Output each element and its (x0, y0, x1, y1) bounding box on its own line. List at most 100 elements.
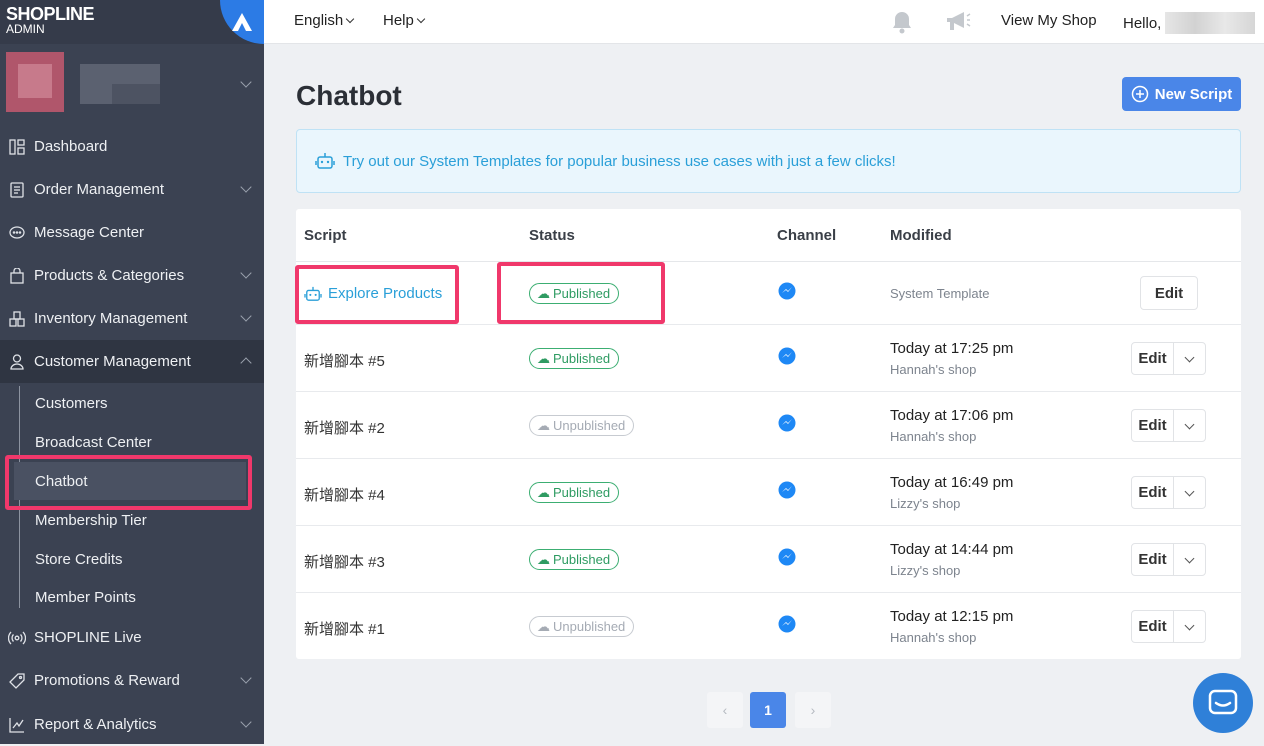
greeting-label: Hello, (1123, 14, 1162, 32)
edit-dropdown-toggle[interactable] (1174, 477, 1205, 508)
edit-button[interactable]: Edit (1140, 276, 1198, 310)
subnav-member-points[interactable]: Member Points (0, 578, 264, 616)
edit-split-button[interactable]: Edit (1131, 342, 1206, 375)
dashboard-icon (0, 138, 34, 155)
megaphone-icon[interactable] (945, 10, 971, 32)
user-greeting[interactable]: Hello, (1123, 12, 1256, 34)
tag-icon (0, 672, 34, 689)
page-title: Chatbot (296, 80, 402, 111)
logo[interactable]: SHOPLINE ADMIN (0, 0, 264, 44)
edit-button[interactable]: Edit (1132, 611, 1174, 642)
status-label: Published (553, 485, 611, 500)
nav-label: SHOPLINE Live (34, 629, 142, 646)
status-highlight-box (497, 262, 665, 324)
bag-icon (0, 267, 34, 284)
chevron-down-icon (240, 267, 252, 279)
nav-dashboard[interactable]: Dashboard (0, 125, 264, 168)
chatbot-highlight-box (5, 455, 252, 510)
robot-icon (315, 153, 335, 169)
chevron-down-icon (1184, 553, 1195, 563)
subnav-customers[interactable]: Customers (0, 384, 264, 422)
status-label: Unpublished (553, 619, 626, 634)
edit-split-button[interactable]: Edit (1131, 476, 1206, 509)
status-label: Published (553, 552, 611, 567)
nav-label: Customer Management (34, 353, 191, 370)
order-icon (0, 181, 34, 198)
modified-shop: Lizzy's shop (890, 496, 961, 511)
messenger-icon (778, 282, 796, 300)
script-name[interactable]: 新增腳本 #3 (304, 551, 385, 572)
top-bar: English Help View My Shop Hello, (264, 0, 1264, 44)
nav-label: Inventory Management (34, 310, 188, 327)
edit-button[interactable]: Edit (1132, 343, 1174, 374)
script-name[interactable]: 新增腳本 #4 (304, 484, 385, 505)
messenger-icon (778, 615, 796, 633)
script-name[interactable]: 新增腳本 #2 (304, 417, 385, 438)
nav-order-management[interactable]: Order Management (0, 168, 264, 211)
nav-shopline-live[interactable]: SHOPLINE Live (0, 616, 264, 659)
table-row: 新增腳本 #4 ☁ Published Today at 16:49 pm Liz… (296, 459, 1241, 526)
nav-customer-management[interactable]: Customer Management (0, 340, 264, 383)
table-row: 新增腳本 #3 ☁ Published Today at 14:44 pm Liz… (296, 526, 1241, 593)
new-script-button[interactable]: New Script (1122, 77, 1241, 111)
language-dropdown[interactable]: English (294, 12, 355, 29)
shop-switcher[interactable] (0, 44, 264, 122)
nav-report-analytics[interactable]: Report & Analytics (0, 703, 264, 746)
edit-split-button[interactable]: Edit (1131, 409, 1206, 442)
script-name[interactable]: 新增腳本 #5 (304, 350, 385, 371)
template-banner[interactable]: Try out our System Templates for popular… (296, 129, 1241, 193)
help-dropdown[interactable]: Help (383, 12, 426, 29)
nav-inventory-management[interactable]: Inventory Management (0, 297, 264, 340)
nav-message-center[interactable]: Message Center (0, 211, 264, 254)
edit-dropdown-toggle[interactable] (1174, 410, 1205, 441)
status-label: Published (553, 351, 611, 366)
edit-button[interactable]: Edit (1132, 477, 1174, 508)
logo-subtitle: ADMIN (6, 22, 45, 36)
username-blurred (1165, 12, 1256, 34)
chart-icon (0, 717, 34, 733)
modified-time: Today at 16:49 pm (890, 474, 1014, 491)
nav-promotions-reward[interactable]: Promotions & Reward (0, 659, 264, 702)
support-chat-icon[interactable] (1193, 673, 1253, 733)
shop-name-blur-2 (112, 84, 160, 104)
subnav-store-credits[interactable]: Store Credits (0, 540, 264, 578)
chevron-down-icon (416, 14, 426, 24)
page-number-button[interactable]: 1 (750, 692, 786, 728)
edit-split-button[interactable]: Edit (1131, 610, 1206, 643)
nav-label: Promotions & Reward (34, 672, 180, 689)
column-header-script: Script (304, 227, 347, 244)
nav-label: Report & Analytics (34, 716, 157, 733)
edit-dropdown-toggle[interactable] (1174, 611, 1205, 642)
messenger-icon (778, 347, 796, 365)
cloud-check-icon: ☁ (537, 551, 550, 567)
chevron-down-icon (240, 716, 252, 728)
edit-dropdown-toggle[interactable] (1174, 343, 1205, 374)
chevron-up-icon (240, 357, 252, 369)
edit-dropdown-toggle[interactable] (1174, 544, 1205, 575)
prev-page-button[interactable]: ‹ (707, 692, 743, 728)
table-row: 新增腳本 #5 ☁ Published Today at 17:25 pm Han… (296, 325, 1241, 392)
live-icon (0, 631, 34, 645)
modified-shop: Hannah's shop (890, 362, 977, 377)
status-badge: ☁ Unpublished (529, 415, 635, 436)
chevron-down-icon (1184, 486, 1195, 496)
script-highlight-box (295, 265, 459, 324)
edit-button[interactable]: Edit (1132, 544, 1174, 575)
chevron-down-icon (240, 672, 252, 684)
modified-time: Today at 17:06 pm (890, 407, 1014, 424)
script-name[interactable]: 新增腳本 #1 (304, 618, 385, 639)
modified-shop: Hannah's shop (890, 630, 977, 645)
messenger-icon (778, 481, 796, 499)
shop-avatar-blur (18, 64, 52, 98)
edit-button[interactable]: Edit (1132, 410, 1174, 441)
inventory-icon (0, 310, 34, 327)
nav-products-categories[interactable]: Products & Categories (0, 254, 264, 297)
view-my-shop-link[interactable]: View My Shop (1001, 12, 1097, 29)
edit-split-button[interactable]: Edit (1131, 543, 1206, 576)
modified-shop: Lizzy's shop (890, 563, 961, 578)
cloud-icon: ☁ (537, 618, 550, 634)
modified-shop: Hannah's shop (890, 429, 977, 444)
bell-icon[interactable] (891, 10, 913, 34)
message-icon (0, 225, 34, 240)
next-page-button[interactable]: › (795, 692, 831, 728)
